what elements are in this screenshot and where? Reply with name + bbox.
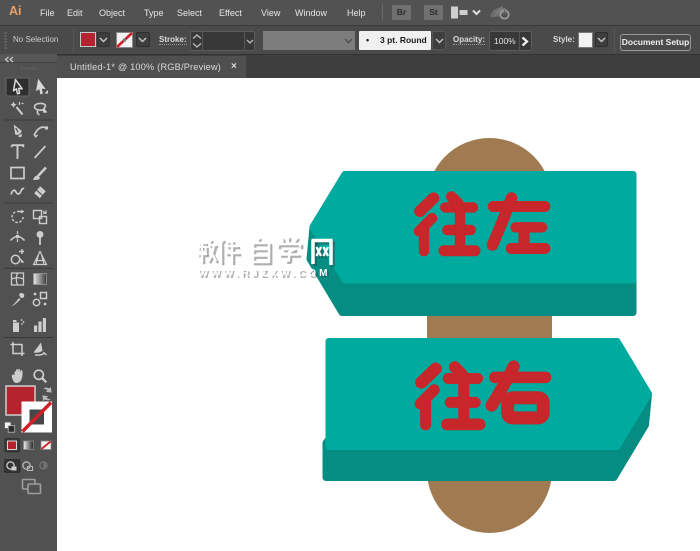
svg-text:WWW.RJZXW.COM: WWW.RJZXW.COM: [198, 268, 331, 279]
